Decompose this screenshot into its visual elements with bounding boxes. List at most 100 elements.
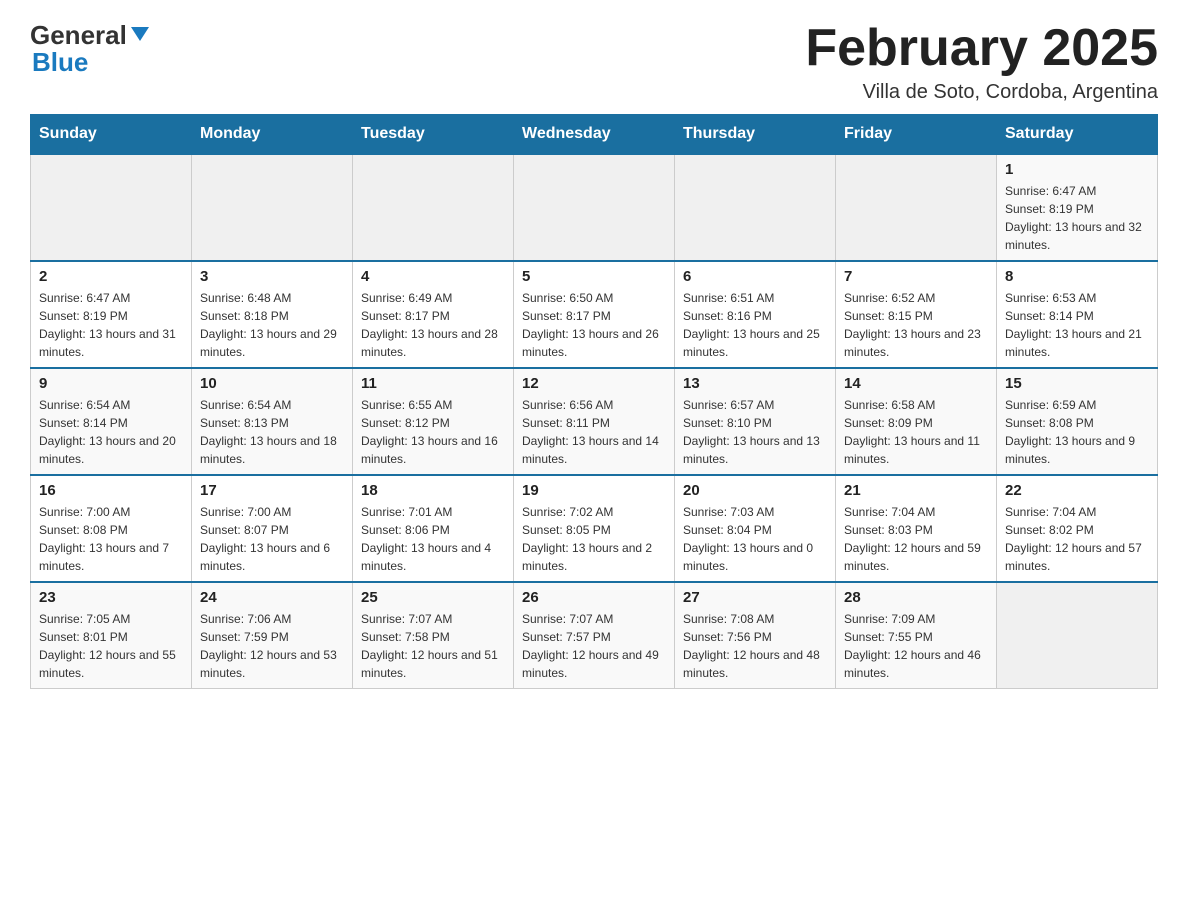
calendar-cell: 21 Sunrise: 7:04 AMSunset: 8:03 PMDayligh… bbox=[836, 475, 997, 582]
calendar-cell bbox=[192, 154, 353, 261]
calendar-cell: 17 Sunrise: 7:00 AMSunset: 8:07 PMDayligh… bbox=[192, 475, 353, 582]
calendar-cell: 5 Sunrise: 6:50 AMSunset: 8:17 PMDaylight… bbox=[514, 261, 675, 368]
day-info: Sunrise: 7:04 AMSunset: 8:03 PMDaylight:… bbox=[844, 503, 988, 575]
day-info: Sunrise: 7:01 AMSunset: 8:06 PMDaylight:… bbox=[361, 503, 505, 575]
weekday-header-monday: Monday bbox=[192, 115, 353, 155]
day-info: Sunrise: 7:06 AMSunset: 7:59 PMDaylight:… bbox=[200, 610, 344, 682]
calendar-cell bbox=[514, 154, 675, 261]
day-number: 26 bbox=[522, 589, 666, 606]
page-header: General Blue February 2025 Villa de Soto… bbox=[30, 20, 1158, 104]
day-info: Sunrise: 6:47 AMSunset: 8:19 PMDaylight:… bbox=[39, 289, 183, 361]
day-number: 22 bbox=[1005, 482, 1149, 499]
day-info: Sunrise: 6:50 AMSunset: 8:17 PMDaylight:… bbox=[522, 289, 666, 361]
calendar-cell bbox=[31, 154, 192, 261]
calendar-cell bbox=[353, 154, 514, 261]
weekday-header-wednesday: Wednesday bbox=[514, 115, 675, 155]
day-number: 4 bbox=[361, 268, 505, 285]
day-info: Sunrise: 6:53 AMSunset: 8:14 PMDaylight:… bbox=[1005, 289, 1149, 361]
day-number: 15 bbox=[1005, 375, 1149, 392]
day-info: Sunrise: 6:54 AMSunset: 8:14 PMDaylight:… bbox=[39, 396, 183, 468]
day-info: Sunrise: 6:51 AMSunset: 8:16 PMDaylight:… bbox=[683, 289, 827, 361]
calendar-cell: 1 Sunrise: 6:47 AMSunset: 8:19 PMDaylight… bbox=[997, 154, 1158, 261]
calendar-cell: 28Sunrise: 7:09 AMSunset: 7:55 PMDayligh… bbox=[836, 582, 997, 689]
day-number: 16 bbox=[39, 482, 183, 499]
calendar-cell: 20Sunrise: 7:03 AMSunset: 8:04 PMDayligh… bbox=[675, 475, 836, 582]
calendar-cell: 23 Sunrise: 7:05 AMSunset: 8:01 PMDayligh… bbox=[31, 582, 192, 689]
calendar-cell: 7 Sunrise: 6:52 AMSunset: 8:15 PMDaylight… bbox=[836, 261, 997, 368]
calendar-cell: 16 Sunrise: 7:00 AMSunset: 8:08 PMDayligh… bbox=[31, 475, 192, 582]
calendar-cell: 14 Sunrise: 6:58 AMSunset: 8:09 PMDayligh… bbox=[836, 368, 997, 475]
calendar-cell: 9 Sunrise: 6:54 AMSunset: 8:14 PMDaylight… bbox=[31, 368, 192, 475]
calendar-week-row: 23 Sunrise: 7:05 AMSunset: 8:01 PMDayligh… bbox=[31, 582, 1158, 689]
calendar-cell: 2Sunrise: 6:47 AMSunset: 8:19 PMDaylight… bbox=[31, 261, 192, 368]
day-number: 10 bbox=[200, 375, 344, 392]
calendar-cell: 4 Sunrise: 6:49 AMSunset: 8:17 PMDaylight… bbox=[353, 261, 514, 368]
day-info: Sunrise: 6:52 AMSunset: 8:15 PMDaylight:… bbox=[844, 289, 988, 361]
calendar-cell: 8 Sunrise: 6:53 AMSunset: 8:14 PMDaylight… bbox=[997, 261, 1158, 368]
calendar-cell bbox=[997, 582, 1158, 689]
day-info: Sunrise: 6:57 AMSunset: 8:10 PMDaylight:… bbox=[683, 396, 827, 468]
day-number: 12 bbox=[522, 375, 666, 392]
weekday-header-sunday: Sunday bbox=[31, 115, 192, 155]
calendar-cell: 3 Sunrise: 6:48 AMSunset: 8:18 PMDaylight… bbox=[192, 261, 353, 368]
day-info: Sunrise: 7:03 AMSunset: 8:04 PMDaylight:… bbox=[683, 503, 827, 575]
day-number: 1 bbox=[1005, 161, 1149, 178]
day-info: Sunrise: 6:48 AMSunset: 8:18 PMDaylight:… bbox=[200, 289, 344, 361]
day-info: Sunrise: 6:54 AMSunset: 8:13 PMDaylight:… bbox=[200, 396, 344, 468]
day-info: Sunrise: 7:07 AMSunset: 7:58 PMDaylight:… bbox=[361, 610, 505, 682]
day-info: Sunrise: 7:00 AMSunset: 8:07 PMDaylight:… bbox=[200, 503, 344, 575]
calendar-cell: 11 Sunrise: 6:55 AMSunset: 8:12 PMDayligh… bbox=[353, 368, 514, 475]
day-number: 17 bbox=[200, 482, 344, 499]
calendar-cell: 18 Sunrise: 7:01 AMSunset: 8:06 PMDayligh… bbox=[353, 475, 514, 582]
day-number: 5 bbox=[522, 268, 666, 285]
day-info: Sunrise: 7:09 AMSunset: 7:55 PMDaylight:… bbox=[844, 610, 988, 682]
weekday-header-tuesday: Tuesday bbox=[353, 115, 514, 155]
day-number: 9 bbox=[39, 375, 183, 392]
calendar-cell bbox=[675, 154, 836, 261]
day-number: 11 bbox=[361, 375, 505, 392]
calendar-body: 1 Sunrise: 6:47 AMSunset: 8:19 PMDaylight… bbox=[31, 154, 1158, 689]
calendar-cell: 27Sunrise: 7:08 AMSunset: 7:56 PMDayligh… bbox=[675, 582, 836, 689]
day-number: 27 bbox=[683, 589, 827, 606]
weekday-header-friday: Friday bbox=[836, 115, 997, 155]
day-info: Sunrise: 7:00 AMSunset: 8:08 PMDaylight:… bbox=[39, 503, 183, 575]
day-number: 14 bbox=[844, 375, 988, 392]
day-info: Sunrise: 6:55 AMSunset: 8:12 PMDaylight:… bbox=[361, 396, 505, 468]
logo-text-blue: Blue bbox=[32, 47, 88, 77]
day-info: Sunrise: 6:58 AMSunset: 8:09 PMDaylight:… bbox=[844, 396, 988, 468]
calendar-cell: 26 Sunrise: 7:07 AMSunset: 7:57 PMDayligh… bbox=[514, 582, 675, 689]
logo-triangle-icon bbox=[129, 23, 151, 45]
day-number: 19 bbox=[522, 482, 666, 499]
day-number: 7 bbox=[844, 268, 988, 285]
calendar-cell: 13 Sunrise: 6:57 AMSunset: 8:10 PMDayligh… bbox=[675, 368, 836, 475]
calendar-cell: 12Sunrise: 6:56 AMSunset: 8:11 PMDayligh… bbox=[514, 368, 675, 475]
location-subtitle: Villa de Soto, Cordoba, Argentina bbox=[805, 81, 1158, 104]
day-info: Sunrise: 7:02 AMSunset: 8:05 PMDaylight:… bbox=[522, 503, 666, 575]
calendar-cell: 6 Sunrise: 6:51 AMSunset: 8:16 PMDaylight… bbox=[675, 261, 836, 368]
calendar-table: SundayMondayTuesdayWednesdayThursdayFrid… bbox=[30, 114, 1158, 689]
weekday-header-saturday: Saturday bbox=[997, 115, 1158, 155]
day-info: Sunrise: 6:49 AMSunset: 8:17 PMDaylight:… bbox=[361, 289, 505, 361]
day-info: Sunrise: 6:59 AMSunset: 8:08 PMDaylight:… bbox=[1005, 396, 1149, 468]
day-number: 13 bbox=[683, 375, 827, 392]
calendar-week-row: 2Sunrise: 6:47 AMSunset: 8:19 PMDaylight… bbox=[31, 261, 1158, 368]
calendar-cell: 10 Sunrise: 6:54 AMSunset: 8:13 PMDayligh… bbox=[192, 368, 353, 475]
calendar-cell: 15 Sunrise: 6:59 AMSunset: 8:08 PMDayligh… bbox=[997, 368, 1158, 475]
day-number: 23 bbox=[39, 589, 183, 606]
day-number: 18 bbox=[361, 482, 505, 499]
calendar-cell: 24 Sunrise: 7:06 AMSunset: 7:59 PMDayligh… bbox=[192, 582, 353, 689]
day-info: Sunrise: 7:05 AMSunset: 8:01 PMDaylight:… bbox=[39, 610, 183, 682]
day-info: Sunrise: 6:47 AMSunset: 8:19 PMDaylight:… bbox=[1005, 182, 1149, 254]
day-number: 3 bbox=[200, 268, 344, 285]
day-number: 8 bbox=[1005, 268, 1149, 285]
calendar-week-row: 9 Sunrise: 6:54 AMSunset: 8:14 PMDaylight… bbox=[31, 368, 1158, 475]
day-number: 24 bbox=[200, 589, 344, 606]
calendar-cell: 25Sunrise: 7:07 AMSunset: 7:58 PMDayligh… bbox=[353, 582, 514, 689]
day-info: Sunrise: 7:07 AMSunset: 7:57 PMDaylight:… bbox=[522, 610, 666, 682]
calendar-cell: 22Sunrise: 7:04 AMSunset: 8:02 PMDayligh… bbox=[997, 475, 1158, 582]
calendar-cell bbox=[836, 154, 997, 261]
month-title: February 2025 bbox=[805, 20, 1158, 77]
calendar-week-row: 16 Sunrise: 7:00 AMSunset: 8:08 PMDayligh… bbox=[31, 475, 1158, 582]
day-number: 6 bbox=[683, 268, 827, 285]
day-number: 21 bbox=[844, 482, 988, 499]
